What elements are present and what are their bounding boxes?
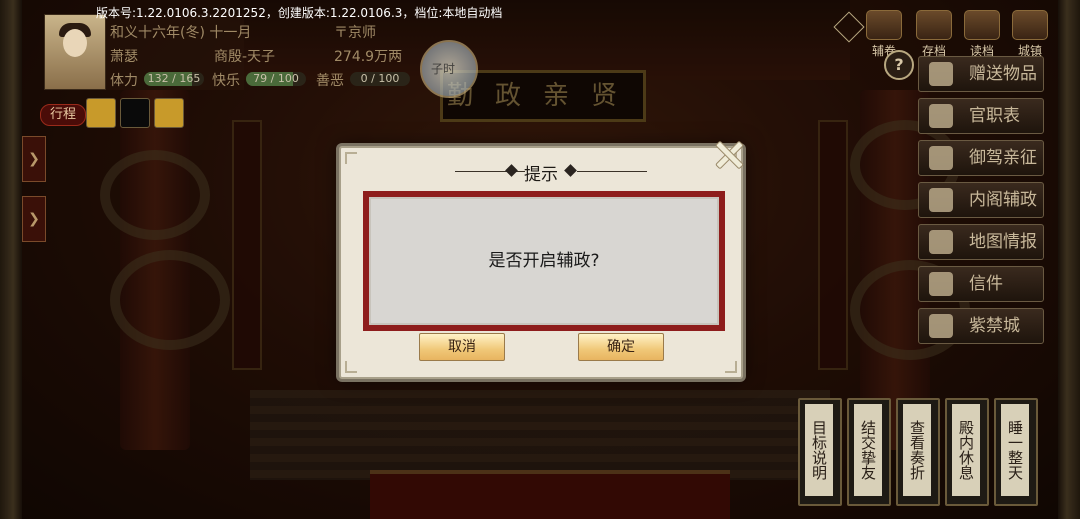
action-sleep-all-day[interactable]: 睡一整天 bbox=[994, 398, 1038, 506]
menu-officials[interactable]: 官职表 bbox=[918, 98, 1044, 134]
stat-label-morality: 善恶 bbox=[316, 73, 344, 89]
itinerary-button[interactable]: 行程 bbox=[40, 104, 86, 126]
menu-campaign[interactable]: 御驾亲征 bbox=[918, 140, 1044, 176]
action-label: 查看奏折 bbox=[903, 404, 931, 496]
action-label: 殿内休息 bbox=[952, 404, 980, 496]
menu-gift-items[interactable]: 赠送物品 bbox=[918, 56, 1044, 92]
menu-label: 官职表 bbox=[969, 106, 1020, 126]
avatar-face bbox=[63, 29, 87, 57]
cancel-button[interactable]: 取消 bbox=[419, 333, 505, 361]
version-info: 版本号:1.22.0106.3.2201252，创建版本:1.22.0106.3… bbox=[96, 6, 503, 20]
close-icon[interactable] bbox=[710, 136, 746, 172]
boots-icon[interactable] bbox=[86, 98, 116, 128]
menu-letters[interactable]: 信件 bbox=[918, 266, 1044, 302]
dialog-title: 提示 bbox=[524, 165, 558, 185]
menu-label: 信件 bbox=[969, 274, 1003, 294]
load-icon bbox=[964, 10, 1000, 40]
stat-label-happiness: 快乐 bbox=[212, 73, 240, 89]
menu-label: 赠送物品 bbox=[969, 64, 1037, 84]
location-icon: 〒 bbox=[334, 25, 348, 41]
side-menu: 赠送物品 官职表 御驾亲征 内阁辅政 地图情报 信件 紫禁城 bbox=[918, 56, 1044, 350]
top-icon-save[interactable]: 存档 bbox=[912, 10, 956, 59]
meditate-icon[interactable] bbox=[154, 98, 184, 128]
player-name: 萧瑟 bbox=[110, 49, 138, 65]
morality-value: 0 / 100 bbox=[360, 72, 400, 85]
cabinet-icon bbox=[929, 188, 953, 212]
dialog-corner bbox=[725, 361, 737, 373]
player-wealth: 274.9万两 bbox=[334, 49, 403, 65]
menu-label: 内阁辅政 bbox=[969, 190, 1037, 210]
action-rest-in-hall[interactable]: 殿内休息 bbox=[945, 398, 989, 506]
menu-cabinet[interactable]: 内阁辅政 bbox=[918, 182, 1044, 218]
stat-label-stamina: 体力 bbox=[110, 73, 138, 89]
player-title: 商殷-天子 bbox=[214, 49, 276, 65]
game-date: 和义十六年(冬) 十一月 bbox=[110, 25, 252, 41]
stamina-bar: 132 / 165 bbox=[144, 72, 204, 86]
menu-label: 御驾亲征 bbox=[969, 148, 1037, 168]
message-box: 是否开启辅政? bbox=[363, 191, 725, 331]
campaign-icon bbox=[929, 146, 953, 170]
morality-bar: 0 / 100 bbox=[350, 72, 410, 86]
empty-slot-icon[interactable] bbox=[120, 98, 150, 128]
top-icon-town[interactable]: 城镇 bbox=[1008, 10, 1052, 59]
save-icon bbox=[916, 10, 952, 40]
happiness-value: 79 / 100 bbox=[253, 72, 299, 85]
confirm-dialog: 提示 是否开启辅政? 取消 确定 bbox=[339, 146, 743, 379]
avatar[interactable] bbox=[44, 14, 106, 90]
castle-icon bbox=[1012, 10, 1048, 40]
stamina-value: 132 / 165 bbox=[147, 72, 201, 85]
top-icon-load[interactable]: 读档 bbox=[960, 10, 1004, 59]
dialog-corner bbox=[345, 361, 357, 373]
menu-label: 地图情报 bbox=[969, 232, 1037, 252]
officials-icon bbox=[929, 104, 953, 128]
location-label: 京师 bbox=[348, 25, 376, 41]
dialog-message: 是否开启辅政? bbox=[488, 251, 600, 271]
menu-map-intel[interactable]: 地图情报 bbox=[918, 224, 1044, 260]
menu-forbidden-city[interactable]: 紫禁城 bbox=[918, 308, 1044, 344]
help-icon[interactable]: ? bbox=[884, 50, 914, 80]
action-label: 目标说明 bbox=[805, 404, 833, 496]
action-label: 睡一整天 bbox=[1001, 404, 1029, 496]
title-divider bbox=[577, 171, 647, 172]
expand-left-arrow-icon[interactable]: ❯ bbox=[22, 196, 46, 242]
confirm-button[interactable]: 确定 bbox=[578, 333, 664, 361]
letter-icon bbox=[929, 272, 953, 296]
scroll-icon bbox=[866, 10, 902, 40]
happiness-bar: 79 / 100 bbox=[246, 72, 306, 86]
action-make-friends[interactable]: 结交挚友 bbox=[847, 398, 891, 506]
expand-left-arrow-icon[interactable]: ❯ bbox=[22, 136, 46, 182]
menu-label: 紫禁城 bbox=[969, 316, 1020, 336]
map-icon bbox=[929, 230, 953, 254]
location: 〒京师 bbox=[334, 22, 376, 42]
action-goal-info[interactable]: 目标说明 bbox=[798, 398, 842, 506]
action-label: 结交挚友 bbox=[854, 404, 882, 496]
palace-icon bbox=[929, 314, 953, 338]
gift-icon bbox=[929, 62, 953, 86]
time-label: 子时 bbox=[431, 62, 456, 76]
action-view-memorials[interactable]: 查看奏折 bbox=[896, 398, 940, 506]
